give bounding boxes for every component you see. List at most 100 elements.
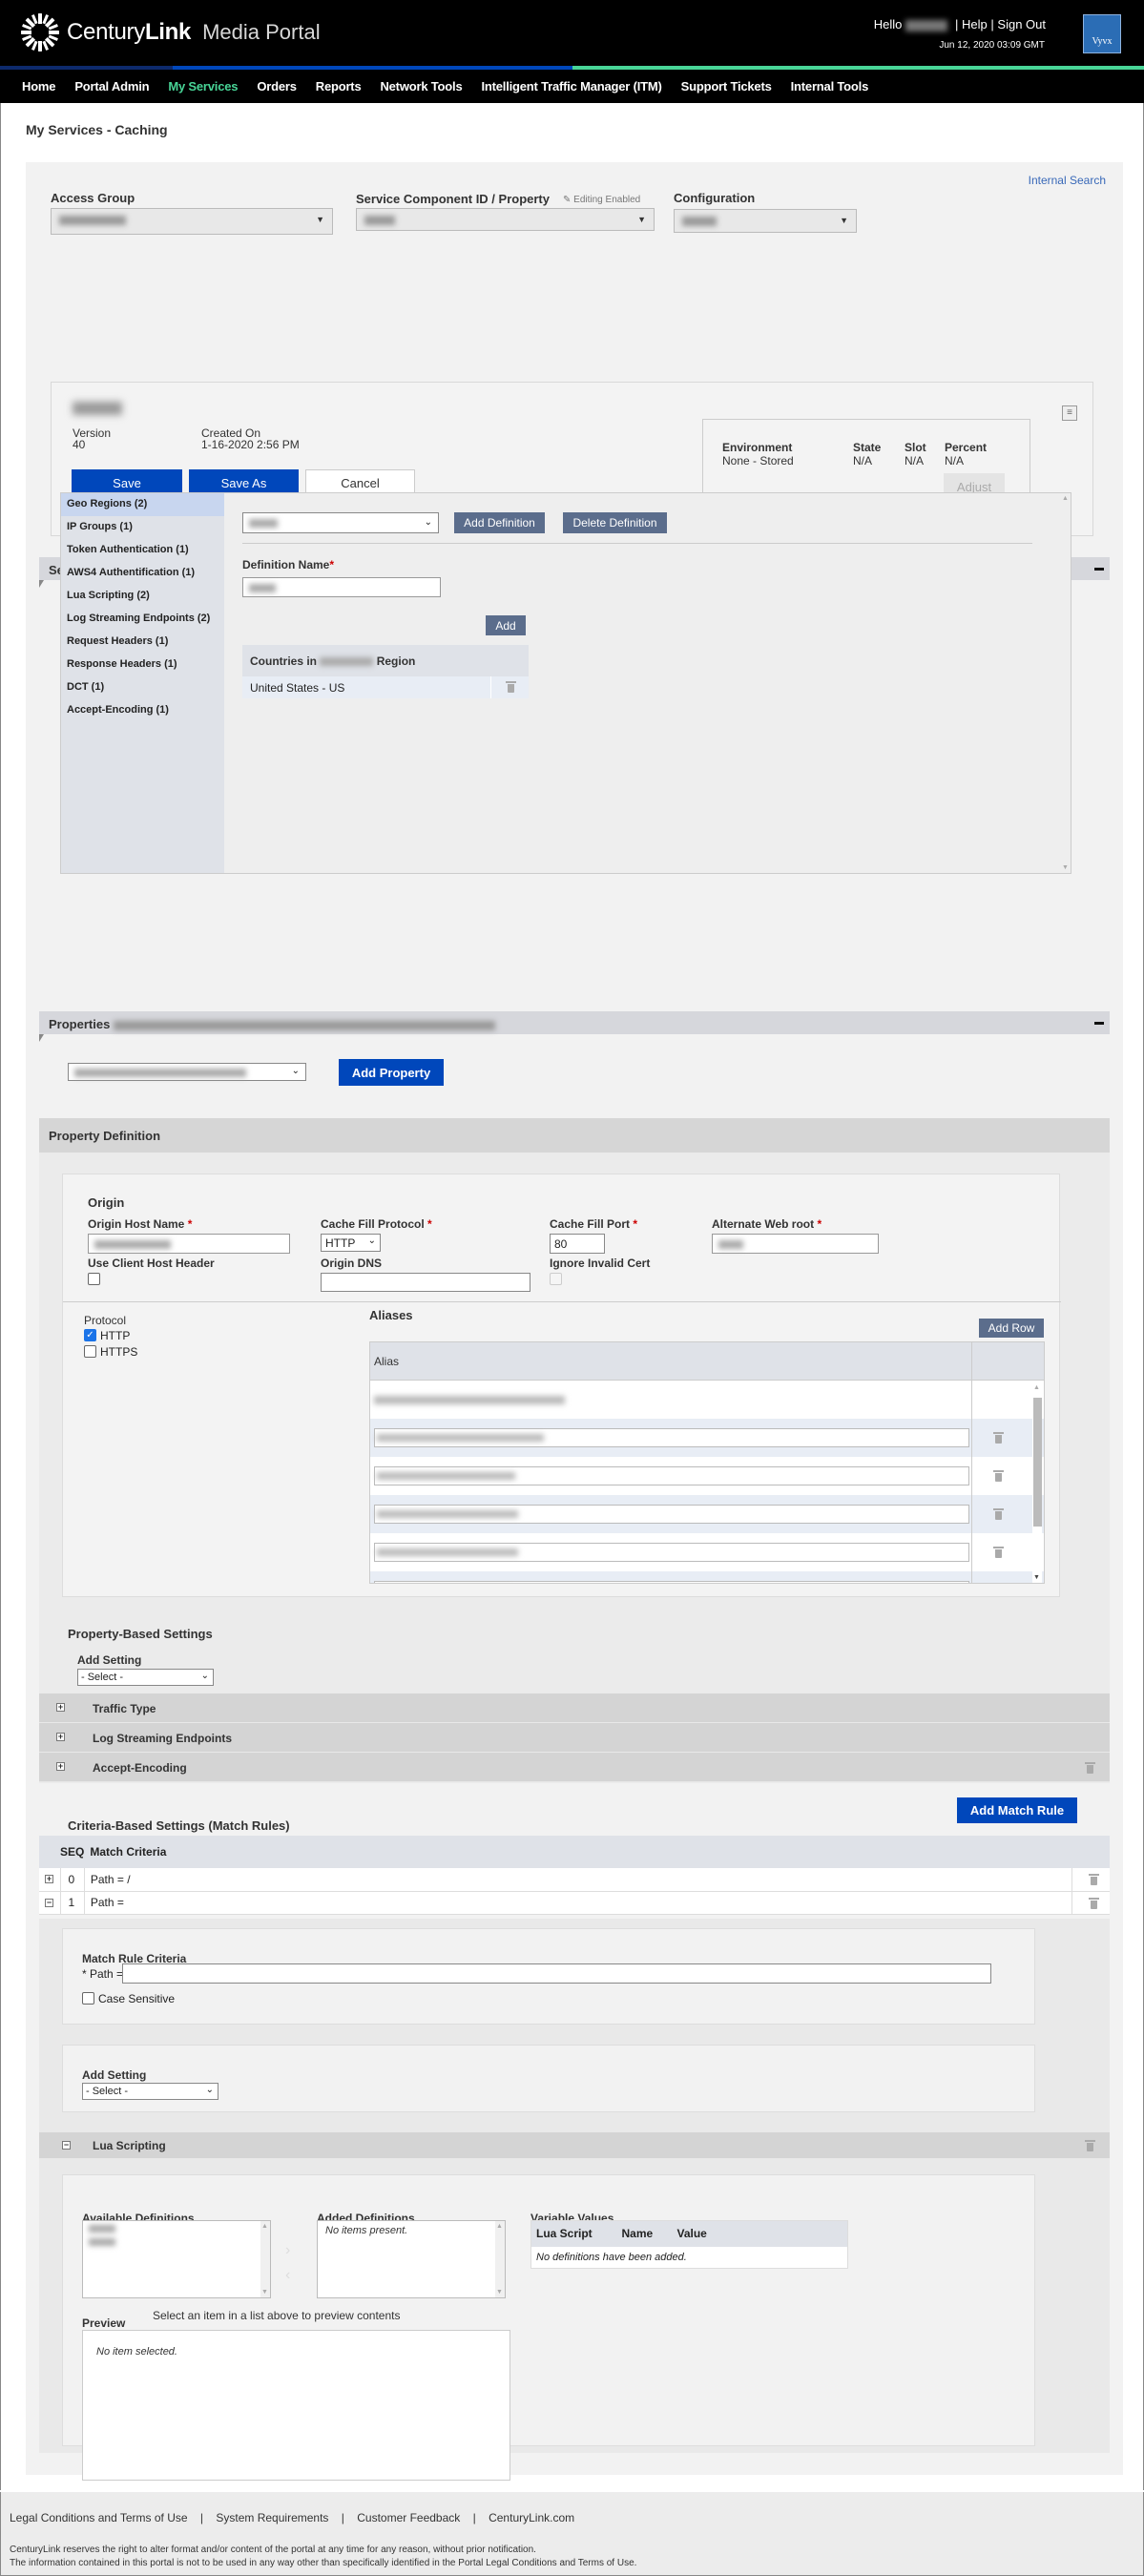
match-rule-row[interactable]: − 1 Path = [39, 1891, 1110, 1914]
list-scrollbar[interactable] [260, 2221, 270, 2297]
nav-accept-encoding[interactable]: Accept-Encoding (1) [61, 699, 224, 722]
list-scrollbar[interactable] [495, 2221, 505, 2297]
definition-type-nav: Geo Regions (2) IP Groups (1) Token Auth… [61, 493, 224, 873]
nav-geo-regions[interactable]: Geo Regions (2) [61, 493, 224, 516]
nav-home[interactable]: Home [22, 79, 56, 93]
expand-icon[interactable]: + [45, 1875, 53, 1883]
match-rule-add-setting-select[interactable]: - Select - ⌄ [82, 2083, 218, 2100]
definition-name-input[interactable] [242, 577, 441, 597]
geo-region-select[interactable]: ⌄ [242, 512, 439, 533]
match-rule-criteria: Path = / [84, 1868, 1072, 1891]
trash-icon[interactable] [1088, 1874, 1099, 1885]
chevron-down-icon: ⌄ [200, 1671, 209, 1681]
trash-icon[interactable] [505, 681, 516, 693]
setting-row-accept-encoding[interactable]: + Accept-Encoding [39, 1753, 1110, 1782]
cache-fill-port-input[interactable]: 80 [550, 1234, 605, 1254]
trash-icon[interactable] [1088, 1897, 1099, 1909]
nav-itm[interactable]: Intelligent Traffic Manager (ITM) [481, 79, 661, 93]
trash-icon[interactable] [1085, 1762, 1095, 1774]
collapse-icon[interactable]: − [62, 2141, 71, 2150]
nav-log-streaming[interactable]: Log Streaming Endpoints (2) [61, 608, 224, 631]
alias-input[interactable] [374, 1466, 969, 1485]
expand-icon[interactable]: + [56, 1703, 65, 1712]
lua-definition-item-redacted[interactable] [89, 2238, 115, 2246]
nav-network-tools[interactable]: Network Tools [380, 79, 462, 93]
origin-dns-input[interactable] [321, 1273, 530, 1292]
properties-header[interactable]: Properties [39, 1011, 1110, 1034]
added-definitions-list[interactable]: No items present. [317, 2220, 506, 2298]
system-requirements-link[interactable]: System Requirements [216, 2511, 328, 2524]
config-history-icon[interactable]: ≡ [1062, 405, 1077, 421]
properties-id-redacted [114, 1020, 496, 1030]
nav-aws4-auth[interactable]: AWS4 Authentification (1) [61, 562, 224, 585]
nav-portal-admin[interactable]: Portal Admin [74, 79, 149, 93]
configuration-select[interactable]: ▼ [674, 209, 857, 233]
expand-icon[interactable]: + [56, 1762, 65, 1771]
property-add-setting-select[interactable]: - Select - ⌄ [77, 1669, 214, 1686]
nav-internal-tools[interactable]: Internal Tools [791, 79, 869, 93]
add-property-button[interactable]: Add Property [339, 1059, 444, 1086]
trash-icon[interactable] [1085, 2140, 1095, 2151]
match-rules-title: Criteria-Based Settings (Match Rules) [68, 1818, 290, 1833]
trash-icon[interactable] [993, 1508, 1004, 1520]
expand-icon[interactable]: + [56, 1733, 65, 1741]
aliases-scrollbar[interactable]: ▲ ▼ [1032, 1382, 1042, 1583]
http-checkbox[interactable]: ✓ [84, 1329, 96, 1341]
lua-definition-item-redacted[interactable] [89, 2225, 115, 2233]
move-right-icon[interactable]: › [285, 2242, 290, 2259]
trash-icon[interactable] [993, 1547, 1004, 1558]
add-country-button[interactable]: Add [486, 615, 526, 635]
alias-input[interactable] [374, 1543, 969, 1562]
path-input[interactable] [122, 1963, 991, 1984]
nav-orders[interactable]: Orders [257, 79, 297, 93]
alias-input[interactable] [374, 1428, 969, 1447]
move-left-icon[interactable]: ‹ [285, 2267, 290, 2284]
case-sensitive-checkbox[interactable] [82, 1992, 94, 2005]
help-link[interactable]: Help [962, 17, 988, 31]
service-component-select[interactable]: ▼ [356, 208, 655, 231]
add-match-rule-button[interactable]: Add Match Rule [957, 1797, 1077, 1823]
nav-support-tickets[interactable]: Support Tickets [681, 79, 772, 93]
ignore-invalid-cert-checkbox[interactable] [550, 1273, 562, 1285]
collapse-icon[interactable] [1094, 1022, 1104, 1025]
internal-search-link[interactable]: Internal Search [1029, 174, 1106, 187]
https-checkbox[interactable] [84, 1345, 96, 1358]
nav-token-auth[interactable]: Token Authentication (1) [61, 539, 224, 562]
alternate-web-root-input[interactable] [712, 1234, 879, 1254]
alias-input[interactable] [374, 1505, 969, 1524]
nav-reports[interactable]: Reports [316, 79, 362, 93]
nav-dct[interactable]: DCT (1) [61, 676, 224, 699]
collapse-icon[interactable]: − [45, 1898, 53, 1907]
match-rule-row[interactable]: + 0 Path = / [39, 1868, 1110, 1891]
access-group-select[interactable]: ▼ [51, 208, 333, 235]
centurylink-logo[interactable]: CenturyLink Media Portal [21, 13, 321, 52]
sign-out-link[interactable]: Sign Out [997, 17, 1046, 31]
centurylink-com-link[interactable]: CenturyLink.com [489, 2511, 574, 2524]
nav-ip-groups[interactable]: IP Groups (1) [61, 516, 224, 539]
property-select[interactable]: ⌄ [68, 1063, 306, 1081]
slot-header: Slot [905, 441, 926, 454]
nav-request-headers[interactable]: Request Headers (1) [61, 631, 224, 654]
add-definition-button[interactable]: Add Definition [454, 512, 545, 533]
customer-feedback-link[interactable]: Customer Feedback [357, 2511, 460, 2524]
lua-scripting-header[interactable]: − Lua Scripting [39, 2132, 1110, 2159]
trash-icon[interactable] [993, 1432, 1004, 1444]
setting-row-traffic-type[interactable]: + Traffic Type [39, 1693, 1110, 1723]
match-rules-area: Add Match Rule Criteria-Based Settings (… [39, 1783, 1110, 2481]
nav-my-services[interactable]: My Services [168, 79, 238, 93]
panel-scrollbar[interactable] [1061, 493, 1071, 873]
add-row-button[interactable]: Add Row [979, 1319, 1044, 1338]
setting-row-log-streaming[interactable]: + Log Streaming Endpoints [39, 1723, 1110, 1753]
delete-definition-button[interactable]: Delete Definition [563, 512, 667, 533]
alias-input[interactable] [374, 1581, 969, 1583]
nav-response-headers[interactable]: Response Headers (1) [61, 654, 224, 676]
nav-lua-scripting[interactable]: Lua Scripting (2) [61, 585, 224, 608]
edit-icon: ✎ [563, 195, 572, 205]
collapse-icon[interactable] [1094, 568, 1104, 571]
cache-fill-protocol-select[interactable]: HTTP ⌄ [321, 1234, 381, 1252]
trash-icon[interactable] [993, 1470, 1004, 1482]
legal-terms-link[interactable]: Legal Conditions and Terms of Use [10, 2511, 188, 2524]
origin-host-input[interactable] [88, 1234, 290, 1254]
available-definitions-list[interactable] [82, 2220, 271, 2298]
use-client-host-header-checkbox[interactable] [88, 1273, 100, 1285]
